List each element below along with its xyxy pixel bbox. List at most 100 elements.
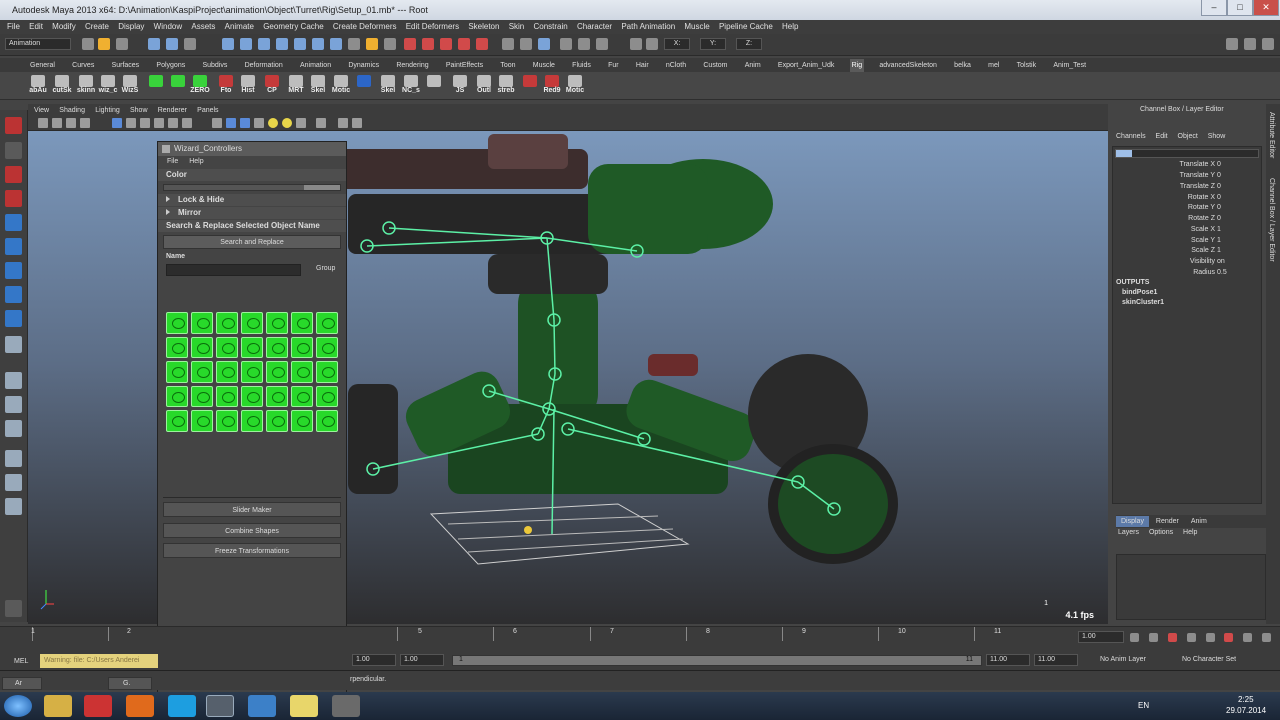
controller-shape-button[interactable] bbox=[266, 385, 288, 408]
shelf-tab[interactable]: Muscle bbox=[531, 59, 557, 73]
graph-layout-icon[interactable] bbox=[5, 474, 22, 491]
film-gate-icon[interactable] bbox=[126, 118, 136, 128]
high-quality-icon[interactable] bbox=[352, 118, 362, 128]
manipulator-icon[interactable] bbox=[5, 262, 22, 279]
shelf-tab[interactable]: Anim_Test bbox=[1051, 59, 1088, 73]
controller-shape-button[interactable] bbox=[291, 336, 313, 359]
go-to-end-icon[interactable] bbox=[1243, 633, 1252, 642]
shelf-tool-button[interactable]: streb bbox=[496, 75, 516, 94]
shelf-tab[interactable]: General bbox=[28, 59, 57, 73]
menu-window[interactable]: Window bbox=[154, 20, 182, 34]
step-forward-frame-icon[interactable] bbox=[1224, 633, 1233, 642]
attr-radius[interactable]: Radius bbox=[1193, 269, 1215, 276]
attr-value[interactable]: 0 bbox=[1217, 194, 1221, 201]
attr-value[interactable]: 0 bbox=[1217, 215, 1221, 222]
shelf-tab[interactable]: PaintEffects bbox=[444, 59, 485, 73]
wizard-titlebar[interactable]: Wizard_Controllers bbox=[158, 142, 346, 156]
save-scene-icon[interactable] bbox=[116, 38, 128, 50]
range-slider[interactable]: 1 11 bbox=[452, 655, 982, 666]
playback-start-field[interactable]: 1.00 bbox=[400, 654, 444, 666]
play-backward-icon[interactable] bbox=[1187, 633, 1196, 642]
channel-box-tab[interactable]: Channel Box / Layer Editor bbox=[1268, 178, 1275, 262]
attr-scale-z[interactable]: Scale Z bbox=[1191, 247, 1215, 254]
menu-create[interactable]: Create bbox=[85, 20, 109, 34]
controller-shape-button[interactable] bbox=[216, 410, 238, 432]
controller-shape-button[interactable] bbox=[166, 385, 188, 408]
controller-shape-button[interactable] bbox=[166, 410, 188, 432]
end-time-field[interactable]: 11.00 bbox=[1034, 654, 1078, 666]
attr-value[interactable]: on bbox=[1217, 258, 1225, 265]
shelf-tab[interactable]: advancedSkeleton bbox=[877, 59, 939, 73]
controller-shape-button[interactable] bbox=[316, 361, 338, 383]
controller-shape-button[interactable] bbox=[216, 312, 238, 334]
shelf-tool-button[interactable] bbox=[354, 75, 374, 87]
controller-shape-button[interactable] bbox=[216, 385, 238, 408]
notes-icon[interactable] bbox=[290, 695, 318, 717]
attr-value[interactable]: 1 bbox=[1217, 226, 1221, 233]
shelf-tab[interactable]: Polygons bbox=[154, 59, 187, 73]
select-rendering-icon[interactable] bbox=[330, 38, 342, 50]
shadows-icon[interactable] bbox=[296, 118, 306, 128]
select-handles-icon[interactable] bbox=[222, 38, 234, 50]
xray-icon[interactable] bbox=[316, 118, 326, 128]
shelf-tab[interactable]: Custom bbox=[701, 59, 729, 73]
sidebar-toggle-icon[interactable] bbox=[1226, 38, 1238, 50]
menu-geometry-cache[interactable]: Geometry Cache bbox=[263, 20, 323, 34]
paint-select-icon[interactable] bbox=[5, 166, 22, 183]
move-tool-icon[interactable] bbox=[5, 190, 22, 207]
snap-point-icon[interactable] bbox=[440, 38, 452, 50]
menu-modify[interactable]: Modify bbox=[52, 20, 76, 34]
shelf-tool-button[interactable]: MRT bbox=[286, 75, 306, 94]
close-button[interactable]: ✕ bbox=[1253, 0, 1279, 16]
menu-edit-deformers[interactable]: Edit Deformers bbox=[406, 20, 459, 34]
attr-translate-z[interactable]: Translate Z bbox=[1180, 183, 1215, 190]
wireframe-icon[interactable] bbox=[212, 118, 222, 128]
select-dynamics-icon[interactable] bbox=[312, 38, 324, 50]
attr-value[interactable]: 0 bbox=[1217, 161, 1221, 168]
edit-menu[interactable]: Edit bbox=[1156, 133, 1168, 140]
selected-handle[interactable] bbox=[524, 526, 532, 534]
shelf-tool-button[interactable]: Motic bbox=[331, 75, 351, 94]
menu-assets[interactable]: Assets bbox=[191, 20, 215, 34]
shelf-tool-button[interactable] bbox=[520, 75, 540, 87]
attr-value[interactable]: 0 bbox=[1217, 172, 1221, 179]
shelf-tool-button[interactable]: Skel bbox=[308, 75, 328, 94]
language-indicator[interactable]: EN bbox=[1138, 701, 1149, 710]
attr-rotate-z[interactable]: Rotate Z bbox=[1188, 215, 1215, 222]
select-surfaces-icon[interactable] bbox=[276, 38, 288, 50]
shelf-tool-button[interactable]: WizS bbox=[120, 75, 140, 94]
controller-shape-button[interactable] bbox=[191, 361, 213, 383]
input-ops-icon[interactable] bbox=[520, 38, 532, 50]
attr-value[interactable]: 0 bbox=[1217, 183, 1221, 190]
controller-shape-button[interactable] bbox=[241, 336, 263, 359]
mel-label[interactable]: MEL bbox=[14, 658, 28, 665]
shelf-tab[interactable]: Surfaces bbox=[110, 59, 142, 73]
shelf-tool-button[interactable]: Fto bbox=[216, 75, 236, 94]
tool-icon[interactable] bbox=[332, 695, 360, 717]
start-time-field[interactable]: 1.00 bbox=[352, 654, 396, 666]
show-manip-icon[interactable] bbox=[5, 310, 22, 327]
new-scene-icon[interactable] bbox=[82, 38, 94, 50]
controller-shape-button[interactable] bbox=[316, 312, 338, 334]
resolution-gate-icon[interactable] bbox=[140, 118, 150, 128]
input-line-icon[interactable] bbox=[630, 38, 642, 50]
shelf-tab[interactable]: nCloth bbox=[664, 59, 688, 73]
go-to-start-icon[interactable] bbox=[1130, 633, 1139, 642]
tool-settings-icon[interactable] bbox=[5, 600, 22, 617]
shelf-tool-button[interactable]: JS bbox=[450, 75, 470, 94]
search-replace-button[interactable]: Search and Replace bbox=[163, 235, 341, 249]
shelf-tab[interactable]: Fur bbox=[606, 59, 621, 73]
clock-date[interactable]: 29.07.2014 bbox=[1226, 706, 1266, 715]
hypershade-layout-icon[interactable] bbox=[5, 498, 22, 515]
make-live-icon[interactable] bbox=[476, 38, 488, 50]
select-misc-icon[interactable] bbox=[348, 38, 360, 50]
menu-pipeline-cache[interactable]: Pipeline Cache bbox=[719, 20, 773, 34]
shelf-tab[interactable]: Rendering bbox=[394, 59, 430, 73]
render-layer-tab[interactable]: Render bbox=[1151, 516, 1184, 527]
shelf-tab[interactable]: Tolstik bbox=[1015, 59, 1038, 73]
controller-shape-button[interactable] bbox=[191, 385, 213, 408]
smooth-shade-icon[interactable] bbox=[226, 118, 236, 128]
maya-icon[interactable] bbox=[206, 695, 234, 717]
last-tool-icon[interactable] bbox=[5, 336, 22, 353]
shelf-tool-button[interactable]: Red9 bbox=[542, 75, 562, 94]
